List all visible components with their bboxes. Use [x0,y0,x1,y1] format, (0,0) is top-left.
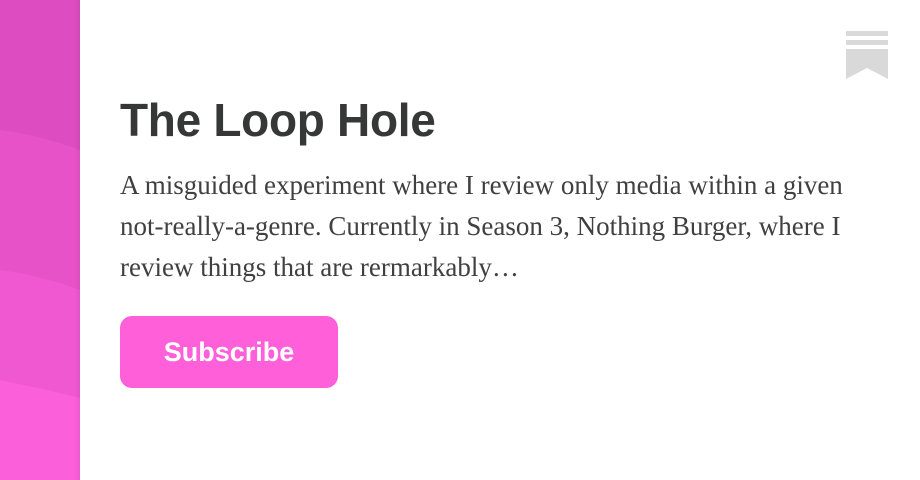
publication-card: The Loop Hole A misguided experiment whe… [0,0,920,480]
side-band-shadow [74,0,80,480]
subscribe-button[interactable]: Subscribe [120,316,338,388]
side-decoration-band [0,0,80,480]
side-gradient-art [0,0,80,480]
publication-title: The Loop Hole [120,94,436,146]
publication-description: A misguided experiment where I review on… [120,170,843,282]
bookmark-icon[interactable] [846,31,888,79]
